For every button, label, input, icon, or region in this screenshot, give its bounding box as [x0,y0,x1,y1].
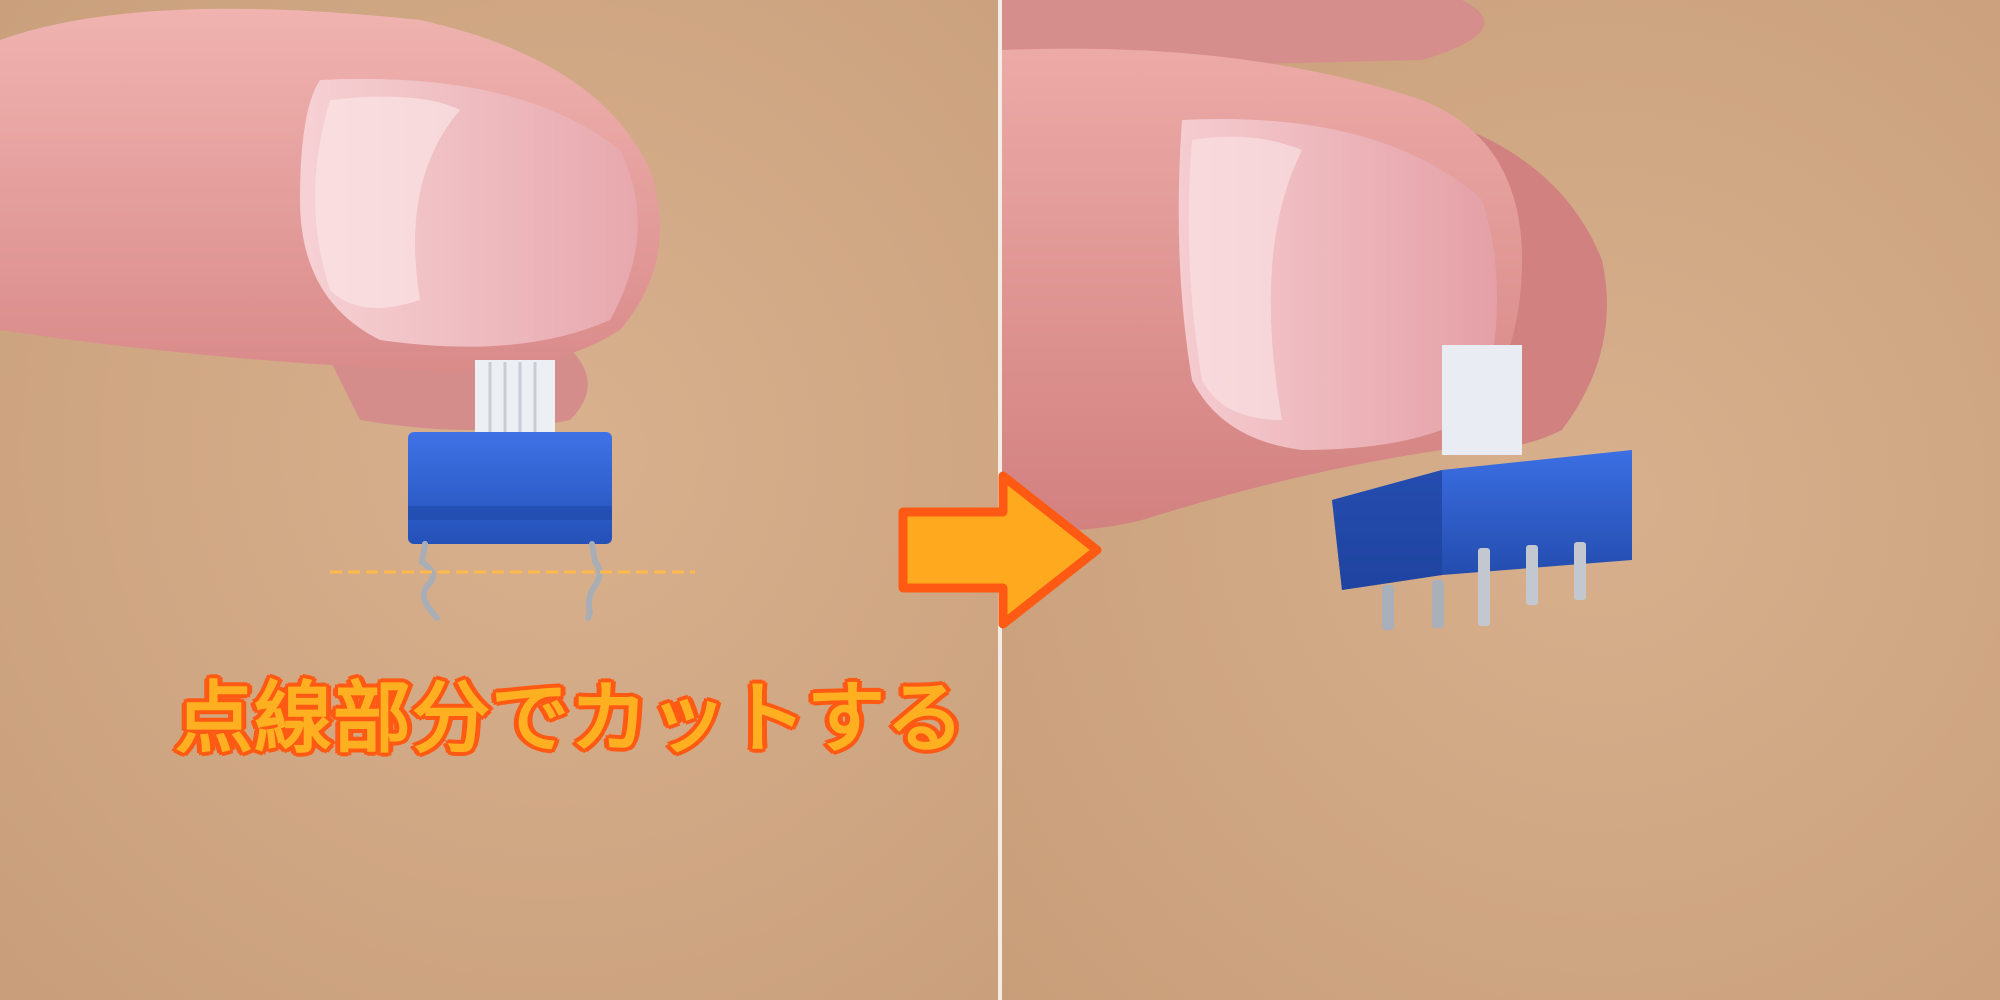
pin-3 [1478,548,1490,626]
after-photo-panel [1002,0,2000,1000]
pin-2 [1432,580,1444,628]
pin-1 [1382,585,1394,630]
right-arrow-icon [898,471,1102,629]
pin-5 [1574,542,1586,600]
switch-body [408,432,612,544]
switch-shaft [1442,345,1522,455]
before-photo-illustration [0,0,998,1000]
cut-instruction-caption: 点線部分でカットする [175,674,966,764]
switch-shaft [475,360,555,440]
pin-4 [1526,545,1538,605]
after-photo-illustration [1002,0,2000,1000]
before-photo-panel: 点線部分でカットする [0,0,998,1000]
photo-comparison: 点線部分でカットする [0,0,2000,1000]
